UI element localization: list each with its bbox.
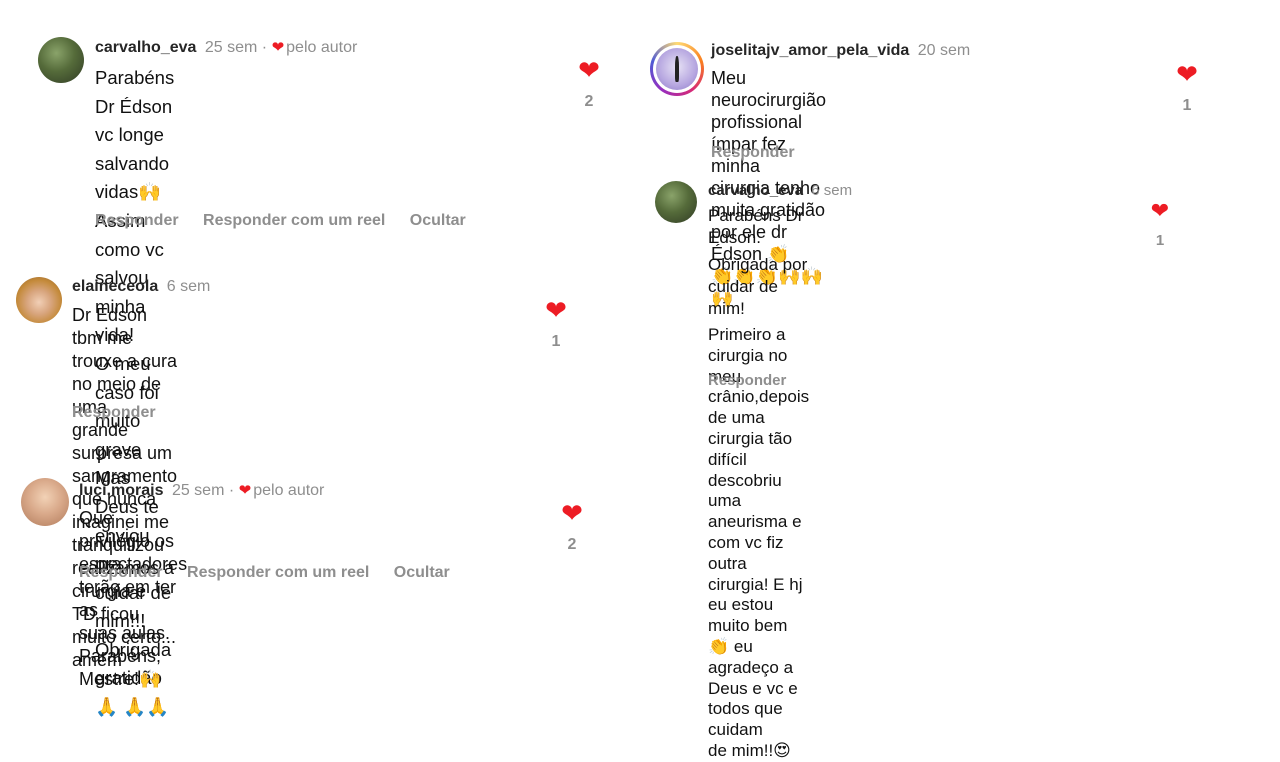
- comment-line: de mim!!😍: [708, 740, 791, 760]
- author-heart-icon: ❤: [238, 482, 252, 499]
- comment-meta: carvalho_eva 25 sem · ❤ pelo autor: [95, 38, 357, 57]
- username[interactable]: elaineceola: [72, 278, 158, 295]
- author-heart-icon: ❤: [271, 39, 285, 56]
- comment-line: Obrigada por cuidar de mim!: [708, 255, 808, 318]
- timestamp: 6 sem: [811, 182, 853, 199]
- username[interactable]: carvalho_eva: [95, 39, 196, 56]
- like-control: ❤ 2: [555, 500, 589, 554]
- comment-actions: Responder Responder com um reel Ocultar: [79, 564, 470, 582]
- separator: ·: [261, 39, 268, 56]
- comment-line: com vc fiz outra cirurgia! E hj eu estou…: [708, 532, 803, 636]
- like-control: ❤ 1: [539, 297, 573, 351]
- comment-meta: luci.morais 25 sem · ❤ pelo autor: [79, 481, 324, 500]
- like-count[interactable]: 2: [555, 536, 589, 554]
- comment-meta: elaineceola 6 sem: [72, 278, 210, 296]
- timestamp: 6 sem: [166, 278, 211, 295]
- heart-icon[interactable]: ❤: [572, 57, 606, 83]
- like-count[interactable]: 1: [1143, 232, 1177, 249]
- comment-actions: Responder Responder com um reel Ocultar: [95, 212, 486, 230]
- like-count[interactable]: 1: [539, 333, 573, 351]
- author-liked-label: pelo autor: [253, 482, 325, 499]
- timestamp: 25 sem: [204, 39, 258, 56]
- heart-icon[interactable]: ❤: [1143, 200, 1177, 222]
- avatar[interactable]: [16, 277, 62, 323]
- heart-icon[interactable]: ❤: [1170, 61, 1204, 87]
- username[interactable]: carvalho_eva: [708, 182, 803, 199]
- reply-button[interactable]: Responder: [95, 212, 179, 229]
- timestamp: 25 sem: [171, 482, 225, 499]
- heart-icon[interactable]: ❤: [539, 297, 573, 323]
- like-count[interactable]: 1: [1170, 97, 1204, 115]
- comment-actions: Responder: [711, 144, 815, 162]
- comment-line: cirurgia tão difícil descobriu uma aneur…: [708, 428, 802, 532]
- comment-actions: Responder: [708, 372, 806, 389]
- comment-line: Dr Edson tbm me trouxe a cura no meio de…: [72, 305, 178, 417]
- avatar[interactable]: [655, 181, 697, 223]
- comment-text: Que privilégio os espectadores terão em …: [79, 507, 187, 691]
- like-count[interactable]: 2: [572, 93, 606, 111]
- reply-button[interactable]: Responder: [72, 404, 156, 421]
- comment-actions: Responder: [72, 404, 176, 422]
- heart-icon[interactable]: ❤: [555, 500, 589, 526]
- reply-with-reel-button[interactable]: Responder com um reel: [187, 564, 369, 581]
- username[interactable]: joselitajv_amor_pela_vida: [711, 42, 909, 59]
- comment-line: 👏 eu agradeço a Deus e vc e todos que cu…: [708, 636, 798, 740]
- avatar[interactable]: [21, 478, 69, 526]
- reply-with-reel-button[interactable]: Responder com um reel: [203, 212, 385, 229]
- username[interactable]: luci.morais: [79, 482, 163, 499]
- reply-button[interactable]: Responder: [711, 144, 795, 161]
- reply-button[interactable]: Responder: [79, 564, 163, 581]
- like-control: ❤ 2: [572, 57, 606, 111]
- comment-meta: joselitajv_amor_pela_vida 20 sem: [711, 42, 970, 60]
- hide-button[interactable]: Ocultar: [410, 212, 466, 229]
- like-control: ❤ 1: [1143, 200, 1177, 250]
- comment-meta: carvalho_eva 6 sem: [708, 182, 852, 199]
- like-control: ❤ 1: [1170, 61, 1204, 115]
- comment-line: Parabéns Dr Édson vc longe salvando vida…: [95, 67, 175, 203]
- comment-line: Parabéns Dr Edson.: [708, 206, 804, 247]
- avatar[interactable]: [38, 37, 84, 83]
- hide-button[interactable]: Ocultar: [394, 564, 450, 581]
- separator: ·: [228, 482, 235, 499]
- timestamp: 20 sem: [917, 42, 971, 59]
- reply-button[interactable]: Responder: [708, 372, 786, 389]
- avatar[interactable]: [650, 42, 704, 96]
- comment-line: suas aulas. Parabéns, Mestre!🙌: [79, 623, 171, 689]
- author-liked-label: pelo autor: [286, 39, 358, 56]
- comment-text: Parabéns Dr Edson. Obrigada por cuidar d…: [708, 205, 809, 762]
